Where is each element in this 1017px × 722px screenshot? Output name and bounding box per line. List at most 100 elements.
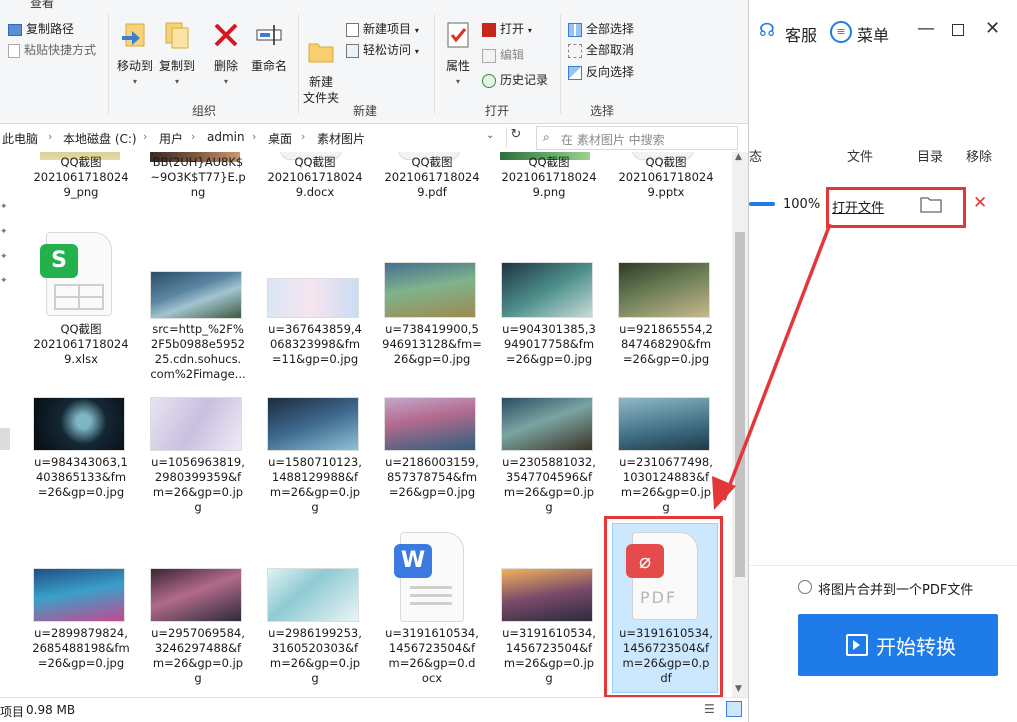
search-box[interactable]: ⌕ 在 素材图片 中搜索 xyxy=(536,126,738,150)
minimize-icon[interactable]: — xyxy=(917,18,935,39)
group-organize-label: 组织 xyxy=(191,104,216,118)
progress-label: 100% xyxy=(783,197,821,212)
file-item[interactable]: QQ截图 2021061718024 9.pptx xyxy=(616,155,716,200)
status-size: 0.98 MB xyxy=(26,703,76,717)
menu-icon[interactable]: ≡ xyxy=(830,21,852,43)
remove-icon[interactable]: ✕ xyxy=(973,193,987,213)
chevron-down-icon[interactable]: ⌄ xyxy=(486,130,494,141)
maximize-icon[interactable] xyxy=(952,24,964,36)
search-placeholder[interactable]: 在 素材图片 中搜索 xyxy=(561,131,665,148)
status-bar: 项目 0.98 MB ☰ xyxy=(0,697,748,722)
file-item[interactable]: QQ截图 2021061718024 9.docx xyxy=(265,155,365,200)
tab-view[interactable]: 查看 xyxy=(30,0,54,10)
new-folder-icon xyxy=(308,43,334,63)
image-thumbnail xyxy=(150,271,242,319)
headset-icon[interactable]: ☊ xyxy=(759,20,775,41)
customer-service-button[interactable]: 客服 xyxy=(785,22,817,46)
edit-button[interactable]: 编辑 xyxy=(482,46,524,64)
new-item-button[interactable]: 新建项目 ▾ xyxy=(346,20,419,38)
file-item[interactable]: u=3191610534, 1456723504&f m=26&gp=0.jp … xyxy=(499,626,599,686)
open-icon xyxy=(482,22,496,37)
group-new-label: 新建 xyxy=(352,104,377,118)
invert-selection-button[interactable]: 反向选择 xyxy=(568,63,634,81)
large-icons-view-icon[interactable] xyxy=(726,701,742,717)
annotation-arrow xyxy=(712,223,832,510)
divider xyxy=(749,565,1017,566)
easy-access-button[interactable]: 轻松访问 ▾ xyxy=(346,41,419,59)
history-icon xyxy=(482,73,496,88)
file-item[interactable]: u=2986199253, 3160520303&f m=26&gp=0.jp … xyxy=(265,626,365,686)
open-file-link[interactable]: 打开文件 xyxy=(832,197,884,216)
delete-button[interactable]: 删除 ▾ xyxy=(208,20,244,90)
image-thumbnail xyxy=(384,397,476,451)
file-item[interactable]: u=904301385,3 949017758&fm =26&gp=0.jpg xyxy=(499,322,599,367)
details-view-icon[interactable]: ☰ xyxy=(704,702,715,716)
file-item[interactable]: src=http_%2F% 2F5b0988e5952 25.cdn.sohuc… xyxy=(148,322,248,382)
properties-button[interactable]: 属性 ▾ xyxy=(438,20,478,90)
file-item[interactable]: u=2899879824, 2685488198&fm =26&gp=0.jpg xyxy=(31,626,131,671)
file-item[interactable]: u=3191610534, 1456723504&f m=26&gp=0.p d… xyxy=(616,626,716,686)
file-item[interactable]: u=1580710123, 1488129988&f m=26&gp=0.jp … xyxy=(265,455,365,515)
select-all-button[interactable]: 全部选择 xyxy=(568,20,634,38)
breadcrumb-folder[interactable]: 素材图片 xyxy=(317,130,365,147)
chevron-right-icon[interactable]: › xyxy=(301,130,305,143)
file-item[interactable]: QQ截图 2021061718024 9_png xyxy=(31,155,131,200)
copy-to-button[interactable]: 复制到 ▾ xyxy=(156,20,198,90)
image-thumbnail xyxy=(384,262,476,318)
rename-button[interactable]: 重命名 xyxy=(248,20,290,74)
ribbon-separator xyxy=(298,14,299,114)
folder-icon[interactable] xyxy=(920,195,942,213)
column-status: 态 xyxy=(749,150,763,165)
menu-button[interactable]: 菜单 xyxy=(857,22,889,46)
copy-to-icon xyxy=(165,22,189,49)
pdf-file-icon: PDF ⌀ xyxy=(626,530,702,620)
history-button[interactable]: 历史记录 xyxy=(482,71,548,89)
status-items: 项目 xyxy=(0,705,25,719)
file-item[interactable]: u=367643859,4 068323998&fm =11&gp=0.jpg xyxy=(265,322,365,367)
paste-shortcut-button[interactable]: 粘贴快捷方式 xyxy=(8,41,96,59)
ribbon-separator xyxy=(560,14,561,114)
file-item[interactable]: u=2957069584, 3246297488&f m=26&gp=0.jp … xyxy=(148,626,248,686)
delete-icon xyxy=(214,23,238,47)
file-item[interactable]: u=2305881032, 3547704596&f m=26&gp=0.jp … xyxy=(499,455,599,515)
file-item[interactable]: QQ截图 2021061718024 9.xlsx xyxy=(31,322,131,367)
play-triangle xyxy=(853,640,860,650)
chevron-right-icon[interactable]: › xyxy=(143,130,147,143)
file-item[interactable]: QQ截图 2021061718024 9.pdf xyxy=(382,155,482,200)
scroll-down-icon[interactable]: ▼ xyxy=(735,684,742,694)
breadcrumb-drive-c[interactable]: 本地磁盘 (C:) xyxy=(63,130,137,147)
file-item[interactable]: BB(2UH}AU8K$ ~9O3K$T77}E.p ng xyxy=(148,155,248,200)
breadcrumb-admin[interactable]: admin xyxy=(207,130,245,144)
breadcrumb-users[interactable]: 用户 xyxy=(159,130,183,147)
close-icon[interactable]: ✕ xyxy=(985,18,1000,39)
edit-label: 编辑 xyxy=(500,48,525,62)
start-conversion-button[interactable]: 开始转换 xyxy=(798,614,998,676)
delete-label: 删除 xyxy=(213,59,238,73)
paste-shortcut-icon xyxy=(8,43,20,58)
file-item[interactable]: u=738419900,5 946913128&fm= 26&gp=0.jpg xyxy=(382,322,482,367)
merge-pdf-label[interactable]: 将图片合并到一个PDF文件 xyxy=(818,579,973,598)
file-item[interactable]: u=984343063,1 403865133&fm =26&gp=0.jpg xyxy=(31,455,131,500)
chevron-right-icon[interactable]: › xyxy=(252,130,256,143)
open-button[interactable]: 打开 ▾ xyxy=(482,20,532,38)
merge-pdf-radio[interactable] xyxy=(798,580,812,594)
open-label: 打开 xyxy=(500,22,525,36)
copy-path-button[interactable]: 复制路径 xyxy=(8,20,74,38)
move-to-button[interactable]: 移动到 ▾ xyxy=(114,20,156,90)
file-item[interactable]: u=1056963819, 2980399359&f m=26&gp=0.jp … xyxy=(148,455,248,515)
file-item[interactable]: QQ截图 2021061718024 9.png xyxy=(499,155,599,200)
scroll-up-icon[interactable]: ▲ xyxy=(735,152,742,162)
image-thumbnail xyxy=(267,568,359,622)
file-item[interactable]: u=3191610534, 1456723504&f m=26&gp=0.d o… xyxy=(382,626,482,686)
image-thumbnail xyxy=(33,568,125,622)
chevron-right-icon[interactable]: › xyxy=(191,130,195,143)
search-icon: ⌕ xyxy=(543,130,550,144)
select-none-button[interactable]: 全部取消 xyxy=(568,41,634,59)
file-item[interactable]: u=2186003159, 857378754&fm =26&gp=0.jpg xyxy=(382,455,482,500)
breadcrumb-this-pc[interactable]: 此电脑 xyxy=(2,130,38,147)
breadcrumb-desktop[interactable]: 桌面 xyxy=(268,130,292,147)
chevron-right-icon[interactable]: › xyxy=(48,130,52,143)
refresh-icon[interactable]: ↻ xyxy=(506,127,525,147)
paste-shortcut-label: 粘贴快捷方式 xyxy=(24,43,97,57)
file-grid: QQ截图 2021061718024 9_png BB(2UH}AU8K$ ~9… xyxy=(0,152,732,698)
